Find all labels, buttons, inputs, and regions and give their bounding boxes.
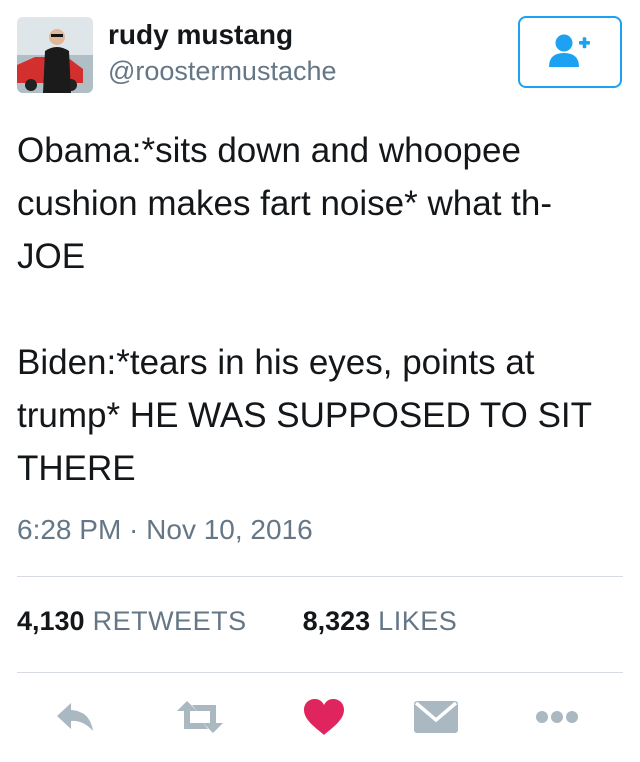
avatar[interactable]: [17, 17, 93, 93]
tweet-timestamp[interactable]: 6:28 PM · Nov 10, 2016: [17, 512, 313, 548]
tweet-stats: 4,130 RETWEETS 8,323 LIKES: [17, 606, 457, 646]
action-bar: [0, 694, 640, 744]
add-user-icon: [548, 32, 592, 73]
more-button[interactable]: [527, 694, 587, 744]
divider: [17, 672, 623, 673]
likes-label: LIKES: [378, 606, 458, 636]
retweets-count: 4,130: [17, 606, 85, 636]
divider: [17, 576, 623, 577]
follow-button[interactable]: [518, 16, 622, 88]
likes-stat[interactable]: 8,323 LIKES: [303, 606, 458, 637]
more-icon: [535, 710, 579, 729]
heart-icon: [303, 698, 345, 741]
retweets-label: RETWEETS: [92, 606, 247, 636]
reply-button[interactable]: [45, 694, 105, 744]
retweet-icon: [175, 699, 225, 740]
tweet-text: Obama:*sits down and whoopee cushion mak…: [17, 124, 617, 495]
tweet-paragraph: Obama:*sits down and whoopee cushion mak…: [17, 131, 552, 276]
retweets-stat[interactable]: 4,130 RETWEETS: [17, 606, 247, 637]
likes-count: 8,323: [302, 606, 371, 636]
retweet-button[interactable]: [170, 694, 230, 744]
tweet-paragraph: Biden:*tears in his eyes, points at trum…: [17, 343, 593, 488]
like-button[interactable]: [294, 694, 354, 744]
user-handle[interactable]: @roostermustache: [108, 55, 337, 87]
direct-message-icon: [413, 700, 459, 739]
direct-message-button[interactable]: [406, 694, 466, 744]
display-name[interactable]: rudy mustang: [108, 18, 293, 52]
reply-icon: [55, 701, 95, 738]
